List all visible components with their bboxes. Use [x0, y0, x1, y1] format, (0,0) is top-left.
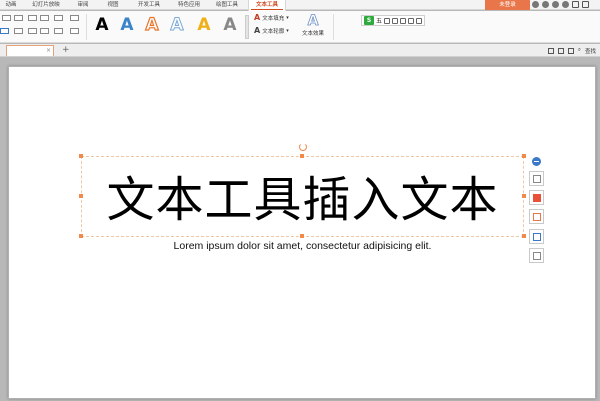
shape-fill-button[interactable] [529, 190, 544, 205]
window-controls [532, 1, 589, 9]
tab-view[interactable]: 视图 [102, 0, 124, 10]
skin-icon[interactable] [532, 1, 539, 8]
text-effect-label: 文本效果 [301, 31, 324, 37]
rotate-handle[interactable] [299, 143, 307, 151]
dropdown-arrow-icon: ▾ [286, 15, 289, 21]
text-effect-icon: A [307, 13, 319, 29]
collapse-icon[interactable] [532, 157, 541, 166]
maximize-icon[interactable] [582, 1, 589, 8]
text-outline-icon: A [254, 26, 261, 35]
resize-handle-top-right[interactable] [522, 154, 526, 158]
layers-icon [533, 233, 541, 241]
dropdown-arrow-icon: ▾ [286, 28, 289, 34]
resize-handle-top[interactable] [300, 154, 304, 158]
user-icon[interactable] [408, 17, 415, 24]
slide-subtitle-text[interactable]: Lorem ipsum dolor sit amet, consectetur … [81, 240, 524, 252]
text-wrap-button[interactable] [529, 248, 544, 263]
new-tab-button[interactable]: + [62, 44, 70, 56]
columns-icon[interactable] [70, 15, 79, 21]
divider [333, 14, 334, 40]
tab-text-tools[interactable]: 文本工具 [248, 0, 286, 11]
document-tab-strip: × + ⌕ 查找 [0, 44, 600, 57]
right-tools: ⌕ 查找 [547, 46, 596, 55]
text-outline-button[interactable]: A 文本轮廓 ▾ [254, 26, 289, 36]
text-outline-label: 文本轮廓 [262, 29, 285, 35]
keyboard-icon[interactable] [400, 17, 407, 24]
tab-drawing-tools[interactable]: 绘图工具 [210, 0, 244, 10]
text-effect-button[interactable]: A 文本效果 [296, 13, 330, 37]
wordart-style-gold[interactable]: A [195, 15, 213, 35]
resize-handle-bottom-right[interactable] [522, 234, 526, 238]
wrench-icon[interactable] [416, 17, 423, 24]
fill-bucket-icon [533, 194, 541, 202]
resize-handle-top-left[interactable] [79, 154, 83, 158]
login-button[interactable]: 未登录 [485, 0, 530, 10]
outline-icon [533, 213, 541, 221]
restore-icon[interactable] [572, 1, 579, 8]
wordart-style-orange-outline[interactable]: A [143, 14, 161, 35]
tab-slideshow[interactable]: 幻灯片放映 [26, 0, 66, 10]
moon-icon[interactable] [384, 17, 391, 24]
text-fill-icon: A [254, 13, 261, 22]
resize-handle-bottom-left[interactable] [79, 234, 83, 238]
document-tab[interactable]: × [6, 45, 54, 56]
line-spacing-icon[interactable] [40, 15, 49, 21]
numbered-list-icon[interactable] [14, 15, 23, 21]
settings-icon[interactable] [542, 1, 549, 8]
shape-style-button[interactable] [529, 171, 544, 186]
ribbon-tab-bar: 动画 幻灯片放映 审阅 视图 开发工具 特色应用 绘图工具 文本工具 未登录 [0, 0, 600, 11]
sogou-logo-icon: S [364, 16, 374, 25]
indent-decrease-icon[interactable] [28, 15, 37, 21]
tab-review[interactable]: 审阅 [72, 0, 94, 10]
text-direction-icon[interactable] [54, 15, 63, 21]
slide-title-text[interactable]: 文本工具插入文本 [81, 170, 524, 230]
help-icon[interactable] [552, 1, 559, 8]
bullet-list-icon[interactable] [2, 15, 11, 21]
tab-developer[interactable]: 开发工具 [132, 0, 166, 10]
close-tab-icon[interactable]: × [46, 47, 51, 54]
select-icon[interactable] [567, 47, 574, 54]
ribbon-toolbar: A A A A A A A 文本填充 ▾ A 文本轮廓 ▾ A 文本效果 [0, 11, 600, 43]
distribute-icon[interactable] [54, 28, 63, 34]
align-right-icon[interactable] [28, 28, 37, 34]
comment-icon[interactable] [547, 47, 554, 54]
info-icon[interactable] [562, 1, 569, 8]
justify-icon[interactable] [40, 28, 49, 34]
wordart-style-blue-outline[interactable]: A [168, 15, 186, 36]
tab-animation[interactable]: 动画 [0, 0, 22, 10]
search-icon[interactable]: ⌕ [578, 47, 581, 54]
resize-handle-bottom[interactable] [300, 234, 304, 238]
ime-mode[interactable]: 五 [376, 16, 382, 25]
wordart-style-gray[interactable]: A [221, 15, 239, 35]
punctuation-icon[interactable] [392, 17, 399, 24]
text-wrap-icon [533, 252, 541, 260]
cursor-icon[interactable] [557, 47, 564, 54]
find-label[interactable]: 查找 [585, 47, 596, 55]
divider [86, 14, 87, 40]
align-left-icon[interactable] [0, 28, 9, 34]
text-fill-label: 文本填充 [262, 16, 285, 22]
wordart-style-blue[interactable]: A [118, 15, 136, 35]
wordart-style-black[interactable]: A [93, 15, 111, 35]
align-center-icon[interactable] [14, 28, 23, 34]
layer-button[interactable] [529, 229, 544, 244]
vertical-align-icon[interactable] [70, 28, 79, 34]
ime-toolbar[interactable]: S 五 [361, 15, 426, 26]
gallery-scroll[interactable] [245, 15, 249, 39]
shape-outline-button[interactable] [529, 209, 544, 224]
shape-style-icon [533, 175, 541, 183]
text-fill-button[interactable]: A 文本填充 ▾ [254, 13, 289, 23]
tab-features[interactable]: 特色应用 [172, 0, 206, 10]
